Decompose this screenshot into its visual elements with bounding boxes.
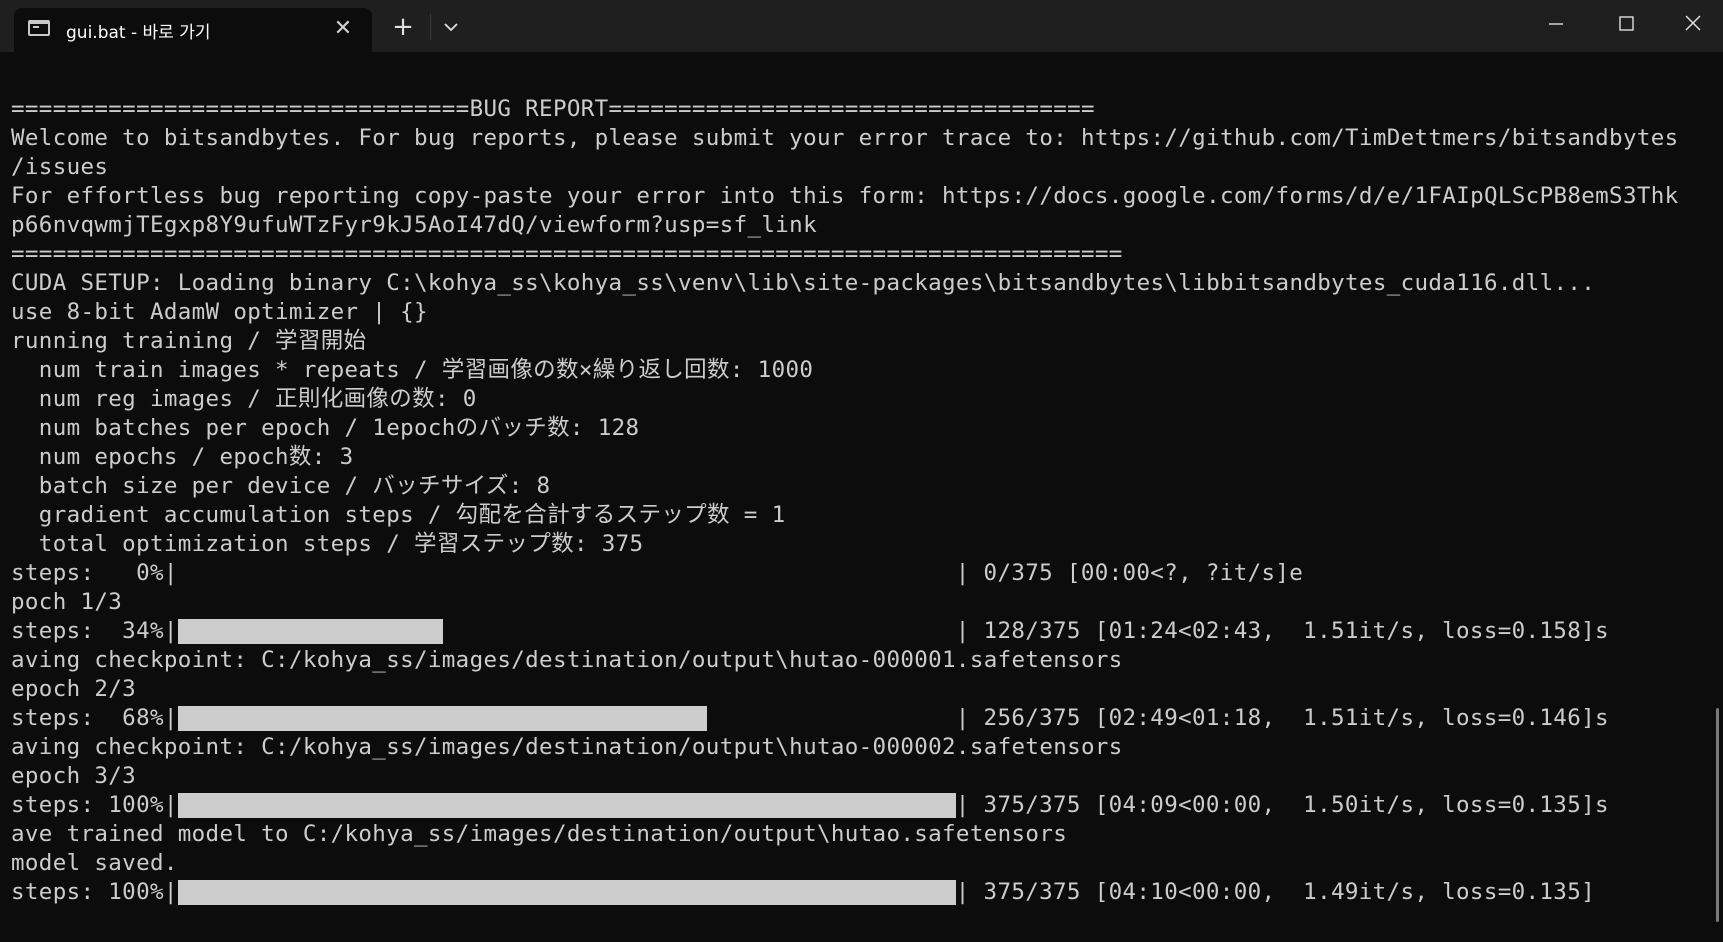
maximize-icon <box>1619 16 1634 31</box>
terminal-line: ========================================… <box>11 241 1123 267</box>
progress-stats: | 0/375 [00:00<?, ?it/s]e <box>955 560 1304 586</box>
progress-bar-track <box>177 704 956 733</box>
terminal-line: /issues <box>11 154 109 180</box>
new-tab-button[interactable]: + <box>388 12 418 42</box>
terminal-line: p66nvqwmjTEgxp8Y9ufuWTzFyr9kJ5AoI47dQ/vi… <box>11 212 817 238</box>
terminal-line: ave trained model to C:/kohya_ss/images/… <box>11 821 1068 847</box>
scrollbar[interactable] <box>1716 708 1719 922</box>
progress-bar-fill <box>177 619 443 644</box>
chevron-down-icon <box>444 23 458 32</box>
tab-dropdown-button[interactable] <box>436 12 466 42</box>
terminal-icon <box>28 20 50 36</box>
terminal-line: num train images * repeats / 学習画像の数×繰り返し… <box>11 357 814 383</box>
tab-title: gui.bat - 바로 가기 <box>66 23 211 43</box>
terminal-line: aving checkpoint: C:/kohya_ss/images/des… <box>11 734 1123 760</box>
progress-label: steps: 68%| <box>11 705 178 731</box>
terminal-line: num batches per epoch / 1epochのバッチ数: 128 <box>11 415 640 441</box>
tab-gui-bat[interactable]: gui.bat - 바로 가기 ✕ <box>14 8 372 52</box>
terminal-line: total optimization steps / 学習ステップ数: 375 <box>11 531 644 557</box>
progress-stats: | 375/375 [04:09<00:00, 1.50it/s, loss=0… <box>955 792 1609 818</box>
progress-label: steps: 100%| <box>11 879 178 905</box>
maximize-button[interactable] <box>1593 0 1659 46</box>
progress-label: steps: 100%| <box>11 792 178 818</box>
progress-line: steps: 100%| | 375/375 [04:09<00:00, 1.50… <box>11 791 1711 820</box>
terminal-line: num reg images / 正則化画像の数: 0 <box>11 386 477 412</box>
progress-line: steps: 68%| | 256/375 [02:49<01:18, 1.51i… <box>11 704 1711 733</box>
close-tab-button[interactable]: ✕ <box>330 16 356 42</box>
title-bar: gui.bat - 바로 가기 ✕ + <box>0 0 1723 52</box>
terminal-line: num epochs / epoch数: 3 <box>11 444 354 470</box>
progress-line: steps: 100%| | 375/375 [04:10<00:00, 1.49… <box>11 878 1711 907</box>
progress-bar-fill <box>177 793 956 818</box>
progress-stats: | 128/375 [01:24<02:43, 1.51it/s, loss=0… <box>955 618 1609 644</box>
terminal-line: poch 1/3 <box>11 589 123 615</box>
terminal-line: CUDA SETUP: Loading binary C:\kohya_ss\k… <box>11 270 1596 296</box>
terminal-line: use 8-bit AdamW optimizer | {} <box>11 299 428 325</box>
terminal-line: aving checkpoint: C:/kohya_ss/images/des… <box>11 647 1123 673</box>
progress-stats: | 256/375 [02:49<01:18, 1.51it/s, loss=0… <box>955 705 1609 731</box>
progress-label: steps: 0%| <box>11 560 178 586</box>
progress-bar-track <box>177 617 956 646</box>
progress-bar-fill <box>177 706 707 731</box>
minimize-button[interactable] <box>1523 0 1589 46</box>
progress-line: steps: 34%| | 128/375 [01:24<02:43, 1.51i… <box>11 617 1711 646</box>
progress-bar-fill <box>177 880 956 905</box>
progress-bar-track <box>177 878 956 907</box>
terminal-line: batch size per device / バッチサイズ: 8 <box>11 473 551 499</box>
minimize-icon <box>1549 23 1563 25</box>
progress-stats: | 375/375 [04:10<00:00, 1.49it/s, loss=0… <box>955 879 1595 905</box>
close-icon <box>1685 15 1701 31</box>
terminal-line: For effortless bug reporting copy-paste … <box>11 183 1679 209</box>
progress-line: steps: 0%| | 0/375 [00:00<?, ?it/s]e <box>11 559 1711 588</box>
terminal-line: running training / 学習開始 <box>11 328 367 354</box>
terminal-line: gradient accumulation steps / 勾配を合計するステッ… <box>11 502 786 528</box>
terminal-line: Welcome to bitsandbytes. For bug reports… <box>11 125 1679 151</box>
tab-divider <box>430 14 431 40</box>
terminal-line: model saved. <box>11 850 178 876</box>
terminal-line: epoch 3/3 <box>11 763 137 789</box>
terminal-line: epoch 2/3 <box>11 676 137 702</box>
progress-bar-track <box>178 559 956 588</box>
terminal-output[interactable]: =================================BUG REP… <box>11 95 1711 935</box>
progress-label: steps: 34%| <box>11 618 178 644</box>
close-window-button[interactable] <box>1660 0 1723 46</box>
progress-bar-track <box>177 791 956 820</box>
terminal-line: =================================BUG REP… <box>11 96 1095 122</box>
